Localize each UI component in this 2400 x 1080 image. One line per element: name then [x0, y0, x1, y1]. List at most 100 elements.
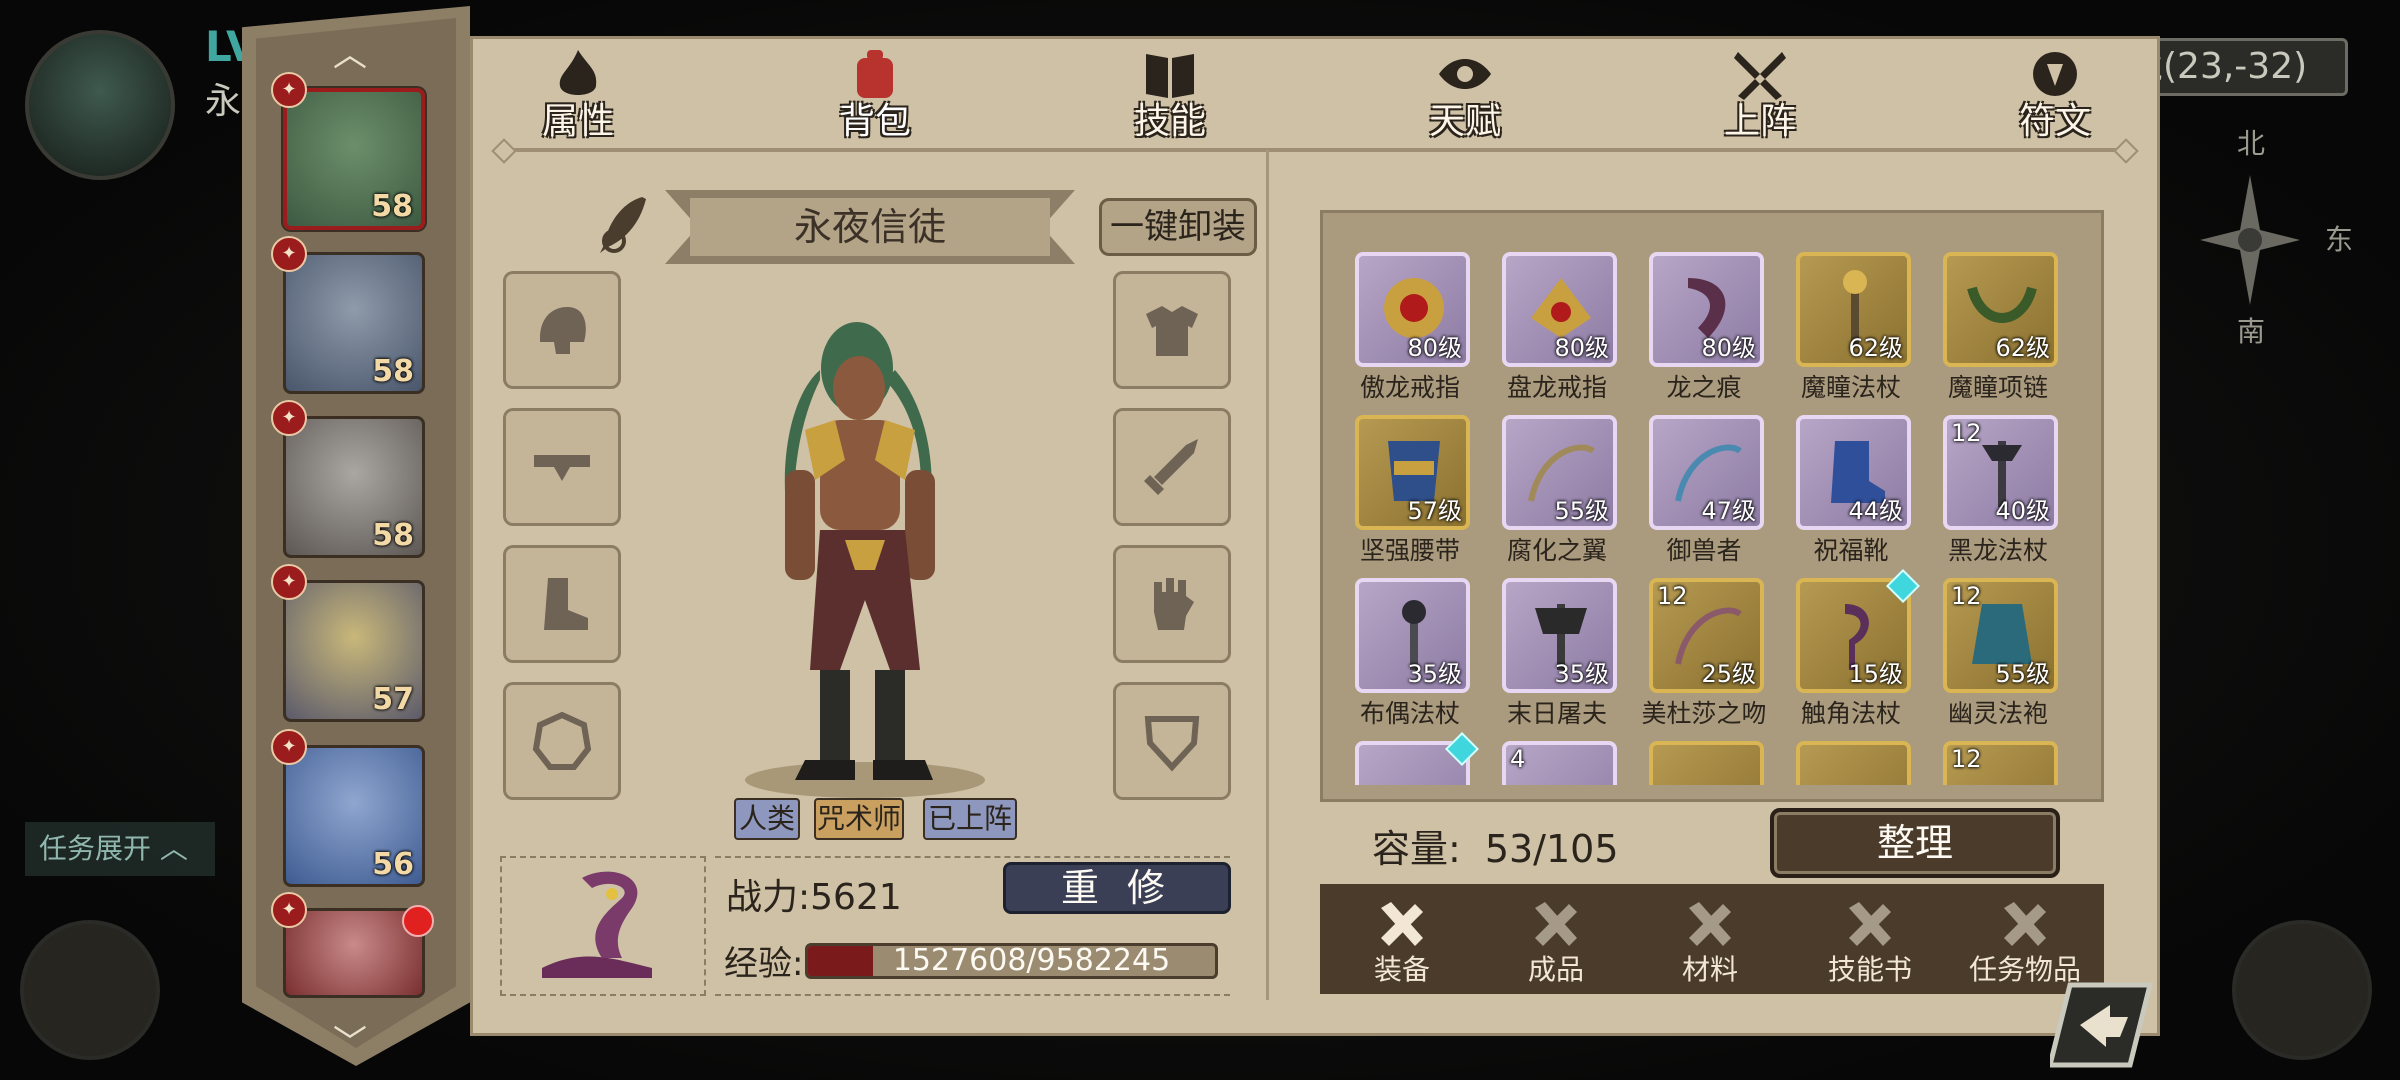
chevron-up-icon: ︿ [159, 832, 188, 865]
item-name: 幽灵法袍 [1947, 699, 2048, 728]
hero-card[interactable]: 57 [283, 580, 425, 722]
hero-portrait [745, 322, 985, 798]
inventory-item[interactable]: 15级触角法杖 [1776, 566, 1926, 729]
exp-text: 1527608/9582245 [892, 943, 1171, 978]
combat-power: 战力:5621 [726, 877, 902, 918]
hero-level: 56 [372, 847, 414, 882]
item-name: 盘龙戒指 [1506, 373, 1607, 402]
inventory-item[interactable]: 80级 傲龙戒指 [1335, 240, 1485, 403]
category-tab[interactable]: 装备 [1332, 884, 1472, 994]
player-avatar[interactable] [25, 30, 175, 180]
compass-south: 南 [2237, 315, 2266, 348]
hero-class-badge: ✦ [271, 892, 307, 928]
capacity-value: 53/105 [1484, 827, 1619, 871]
tab-book[interactable]: 技能 [1100, 40, 1240, 150]
category-icon [1381, 902, 1423, 946]
item-name: 祝福靴 [1813, 536, 1889, 565]
inventory-item[interactable]: 62级 魔瞳法杖 [1776, 240, 1926, 403]
hero-card[interactable]: 58 [283, 252, 425, 394]
left-corner-button[interactable] [20, 920, 160, 1060]
quill-icon[interactable] [592, 193, 652, 257]
inventory-item[interactable]: 62级 魔瞳项链 [1923, 240, 2073, 403]
inventory-item[interactable]: 12 25级 美杜莎之吻 [1629, 566, 1779, 729]
category-icon [1535, 902, 1577, 946]
category-icon [1849, 902, 1891, 946]
item-name: 御兽者 [1666, 536, 1742, 565]
inventory-item[interactable]: 80级盘龙戒指 [1482, 240, 1632, 403]
item-level: 15级 [1848, 660, 1903, 688]
hero-level: 58 [372, 518, 414, 553]
slot-boots[interactable] [503, 545, 621, 663]
tab-crossed-swords[interactable]: 上阵 [1690, 40, 1830, 150]
inventory-item[interactable]: 44级祝福靴 [1776, 403, 1926, 566]
tab-flame[interactable]: 属性 [508, 40, 648, 150]
inventory-item[interactable]: 4 [1482, 729, 1632, 785]
slot-ring[interactable] [503, 682, 621, 800]
home-button[interactable] [2232, 920, 2372, 1060]
gem-icon [1445, 732, 1479, 766]
category-tab[interactable]: 技能书 [1800, 884, 1940, 994]
inventory-item[interactable]: 35级 布偶法杖 [1335, 566, 1485, 729]
scroll-down-icon[interactable]: ﹀ [330, 1026, 370, 1060]
tab-label: 属性 [541, 101, 614, 142]
slot-necklace[interactable] [1113, 682, 1231, 800]
panel-divider [1266, 150, 1269, 1000]
item-level: 57级 [1407, 497, 1462, 525]
sort-button[interactable]: 整理 [1770, 808, 2060, 878]
reforge-button[interactable]: 重 修 [1003, 862, 1231, 914]
scroll-up-icon[interactable]: ︿ [330, 38, 370, 72]
item-name: 坚强腰带 [1359, 536, 1460, 565]
item-icon-box: 55级 [1502, 415, 1617, 530]
unequip-all-button[interactable]: 一键卸装 [1099, 198, 1257, 256]
item-name: 魔瞳项链 [1947, 373, 2048, 402]
belt-icon [534, 455, 590, 481]
item-icon-box: 35级 [1502, 578, 1617, 693]
pet-serpent-icon [542, 871, 652, 978]
item-name: 触角法杖 [1800, 699, 1901, 728]
tab-eye[interactable]: 天赋 [1395, 40, 1535, 150]
boots-icon [544, 578, 588, 630]
tab-backpack[interactable]: 背包 [805, 40, 945, 150]
slot-armor[interactable] [1113, 271, 1231, 389]
compass-star-icon [2200, 175, 2300, 305]
item-icon-box: 57级 [1355, 415, 1470, 530]
hero-card[interactable]: 58 [283, 416, 425, 558]
inventory-item[interactable]: 80级 龙之痕 [1629, 240, 1779, 403]
inventory-item[interactable]: 55级 腐化之翼 [1482, 403, 1632, 566]
slot-weapon[interactable] [1113, 408, 1231, 526]
slot-gloves[interactable] [1113, 545, 1231, 663]
inventory-item[interactable] [1776, 729, 1926, 785]
inventory-item[interactable] [1629, 729, 1779, 785]
item-level: 80级 [1407, 334, 1462, 362]
inventory-item[interactable]: 12 40级 黑龙法杖 [1923, 403, 2073, 566]
category-tab[interactable]: 材料 [1640, 884, 1780, 994]
compass: 北 东 南 [2185, 127, 2353, 348]
capacity: 容量: 53/105 [1372, 818, 1619, 873]
slot-belt[interactable] [503, 408, 621, 526]
inventory-item[interactable] [1335, 729, 1485, 785]
quest-expand-button[interactable]: 任务展开 ︿ [25, 822, 215, 876]
item-icon-box: 80级 [1502, 252, 1617, 367]
inventory-item[interactable]: 57级坚强腰带 [1335, 403, 1485, 566]
category-tab[interactable]: 成品 [1486, 884, 1626, 994]
inventory-item[interactable]: 35级 末日屠夫 [1482, 566, 1632, 729]
helmet-icon [540, 307, 586, 354]
item-icon-box: 80级 [1355, 252, 1470, 367]
tab-rune[interactable]: 符文 [1985, 40, 2125, 150]
item-level: 80级 [1701, 334, 1756, 362]
back-icon[interactable] [2050, 975, 2160, 1075]
item-icon-box: 44级 [1796, 415, 1911, 530]
slot-helmet[interactable] [503, 271, 621, 389]
item-icon-box: 35级 [1355, 578, 1470, 693]
hero-level: 57 [372, 682, 414, 717]
hero-card[interactable]: 58 [283, 88, 425, 230]
hero-class-badge: ✦ [271, 400, 307, 436]
capacity-label: 容量: [1372, 827, 1461, 871]
item-level: 55级 [1554, 497, 1609, 525]
item-level: 40级 [1995, 497, 2050, 525]
inventory-item[interactable]: 12 55级 幽灵法袍 [1923, 566, 2073, 729]
inventory-item[interactable]: 47级 御兽者 [1629, 403, 1779, 566]
pet-slot[interactable] [500, 856, 706, 996]
hero-card[interactable]: 56 [283, 745, 425, 887]
inventory-item[interactable]: 12 [1923, 729, 2073, 785]
